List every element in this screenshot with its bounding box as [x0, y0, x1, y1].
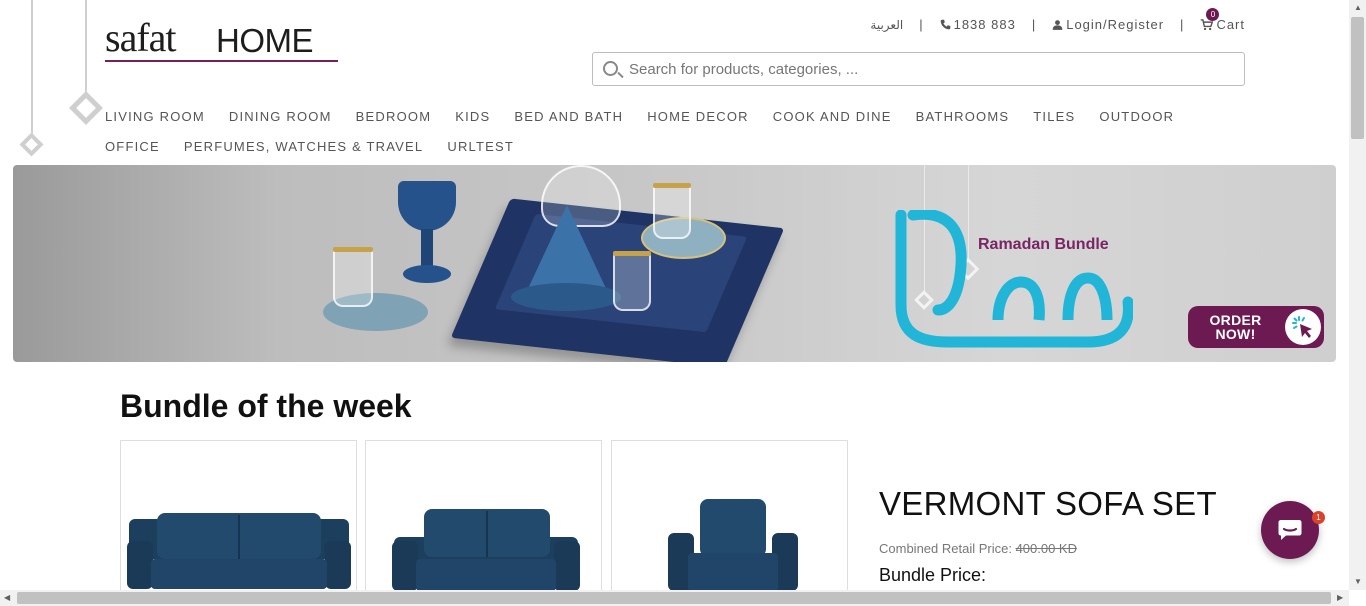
bundle-product-name[interactable]: VERMONT SOFA SET — [879, 485, 1217, 523]
retail-price-label: Combined Retail Price: — [879, 541, 1016, 556]
main-nav: LIVING ROOM DINING ROOM BEDROOM KIDS BED… — [105, 108, 1245, 155]
bundle-title-bold: Bundle — [120, 388, 229, 424]
bundle-title-rest: of the week — [228, 388, 412, 424]
logo-word-safat: safat — [105, 15, 177, 60]
page: safat HOME العربية | 1838 883 | Login/Re… — [0, 0, 1366, 606]
site-logo[interactable]: safat HOME — [105, 12, 339, 64]
cart-label: Cart — [1216, 17, 1245, 32]
separator: | — [1180, 17, 1185, 32]
search-bar[interactable] — [592, 52, 1245, 86]
gold-rim — [333, 247, 373, 252]
pointer-cursor-icon — [1285, 309, 1321, 345]
top-links: العربية | 1838 883 | Login/Register | 0 … — [870, 8, 1245, 32]
logo-underline — [105, 60, 338, 62]
hanging-diamond-left — [19, 132, 44, 157]
hanging-line-right — [85, 0, 87, 96]
product-card-sofa-2seat[interactable] — [365, 440, 602, 600]
separator: | — [1031, 17, 1037, 32]
nav-item-bed-and-bath[interactable]: BED AND BATH — [514, 108, 623, 125]
nav-item-office[interactable]: OFFICE — [105, 138, 160, 155]
nav-item-bedroom[interactable]: BEDROOM — [356, 108, 432, 125]
user-icon — [1052, 19, 1063, 30]
phone-link[interactable]: 1838 883 — [940, 17, 1016, 32]
search-icon[interactable] — [599, 54, 629, 84]
nav-item-urltest[interactable]: URLTEST — [447, 138, 514, 155]
bundle-price-label: Bundle Price: — [879, 565, 987, 585]
nav-item-tiles[interactable]: TILES — [1033, 108, 1075, 125]
logo-word-home: HOME — [216, 22, 314, 59]
language-link[interactable]: العربية — [870, 18, 903, 32]
gold-rim — [613, 251, 651, 256]
nav-item-bathrooms[interactable]: BATHROOMS — [916, 108, 1010, 125]
tea-glass-image — [613, 251, 651, 311]
sofa-image — [127, 513, 351, 589]
separator: | — [919, 17, 924, 32]
login-link[interactable]: Login/Register — [1052, 17, 1164, 32]
scroll-right-arrow-icon[interactable]: ▶ — [1337, 594, 1343, 602]
tea-glass-image — [333, 247, 373, 307]
goblet-image — [398, 181, 456, 231]
cart-link[interactable]: 0 Cart — [1200, 8, 1245, 32]
ramadan-banner[interactable]: Ramadan Bundle ORDER NOW! — [13, 165, 1336, 362]
chat-unread-badge: 1 — [1312, 511, 1325, 524]
search-input[interactable] — [629, 60, 1219, 78]
armchair-image — [668, 499, 798, 591]
order-now-label: ORDER NOW! — [1209, 312, 1262, 342]
hanging-line-left — [31, 0, 33, 136]
nav-item-dining-room[interactable]: DINING ROOM — [229, 108, 332, 125]
vertical-scrollbar-thumb[interactable] — [1351, 17, 1364, 139]
retail-price-value: 400.00 KD — [1015, 541, 1077, 556]
scroll-up-arrow-icon[interactable]: ▲ — [1354, 4, 1362, 12]
nav-item-perfumes-watches-travel[interactable]: PERFUMES, WATCHES & TRAVEL — [184, 138, 423, 155]
loveseat-image — [392, 509, 580, 591]
horizontal-scrollbar-thumb[interactable] — [17, 592, 1331, 604]
phone-icon — [940, 19, 950, 30]
gold-rim — [653, 183, 691, 188]
phone-number: 1838 883 — [953, 17, 1016, 32]
tea-glass-image — [653, 183, 691, 239]
goblet-stem — [421, 229, 433, 269]
nav-item-cook-and-dine[interactable]: COOK AND DINE — [773, 108, 892, 125]
order-now-button[interactable]: ORDER NOW! — [1188, 306, 1324, 348]
tagine-image — [525, 205, 609, 295]
product-card-sofa-3seat[interactable] — [120, 440, 357, 600]
retail-price-line: Combined Retail Price: 400.00 KD — [879, 541, 1077, 556]
goblet-base — [403, 265, 451, 283]
scroll-left-arrow-icon[interactable]: ◀ — [4, 594, 10, 602]
nav-item-home-decor[interactable]: HOME DECOR — [647, 108, 749, 125]
nav-item-outdoor[interactable]: OUTDOOR — [1099, 108, 1174, 125]
login-label: Login/Register — [1066, 17, 1165, 32]
chat-icon — [1278, 520, 1302, 540]
bundle-section-title: Bundle of the week — [120, 388, 412, 425]
product-card-armchair[interactable] — [611, 440, 848, 600]
banner-headline: Ramadan Bundle — [978, 236, 1109, 253]
scroll-down-arrow-icon[interactable]: ▼ — [1354, 578, 1362, 586]
hanging-diamond-right — [69, 91, 103, 125]
tagine-base — [511, 283, 621, 311]
nav-item-living-room[interactable]: LIVING ROOM — [105, 108, 205, 125]
chat-button[interactable] — [1261, 501, 1319, 559]
ramadan-logo-icon — [895, 210, 1133, 348]
nav-item-kids[interactable]: KIDS — [455, 108, 490, 125]
